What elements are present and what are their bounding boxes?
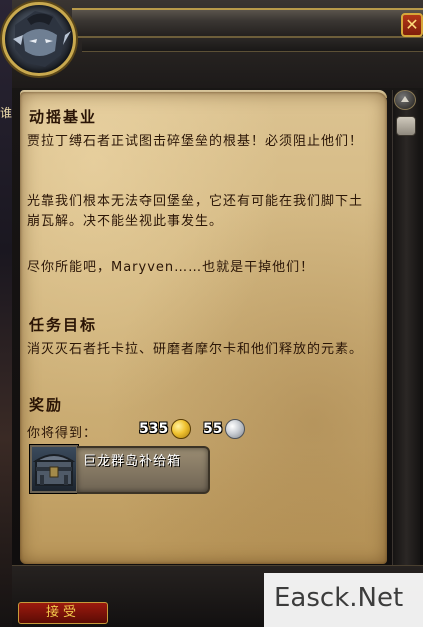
- supply-chest-icon: [30, 445, 78, 493]
- accept-button[interactable]: 接受: [18, 602, 108, 624]
- scrollbar-thumb[interactable]: [396, 116, 416, 136]
- quest-description-paragraph-1: 贾拉丁缚石者正试图击碎堡垒的根基！必须阻止他们！: [27, 134, 364, 149]
- header-rail: [72, 8, 423, 38]
- reward-item-slot[interactable]: 巨龙群岛补给箱: [30, 445, 210, 495]
- gold-coin-icon: [171, 419, 192, 439]
- watermark-text: Easck.Net: [274, 583, 404, 613]
- quest-title: 动摇基业: [29, 108, 98, 126]
- rewards-receive-label: 你将得到：: [27, 426, 98, 441]
- header-rail-lower: [82, 38, 423, 52]
- gold-reward: 535: [139, 418, 192, 440]
- npc-portrait: [2, 2, 76, 76]
- scrollbar-track[interactable]: [392, 90, 420, 565]
- reward-item-name-box: 巨龙群岛补给箱: [77, 446, 210, 494]
- npc-face-icon: [13, 11, 71, 67]
- objectives-heading: 任务目标: [29, 316, 98, 334]
- gold-amount: 535: [139, 421, 169, 437]
- offscreen-text-fragment: 谁: [0, 106, 12, 120]
- close-button[interactable]: ✕: [401, 13, 423, 37]
- quest-window: 谁 ✕ 动摇基业 贾拉丁缚石者正试图击碎堡垒的根基！必须阻止他们！ 光靠我们根本…: [0, 0, 423, 627]
- silver-amount: 55: [203, 421, 223, 437]
- objectives-text: 消灭灭石者托卡拉、研磨者摩尔卡和他们释放的元素。: [27, 342, 364, 357]
- reward-item-name: 巨龙群岛补给箱: [83, 454, 182, 469]
- watermark: Easck.Net: [264, 573, 423, 627]
- quest-description-paragraph-3: 尽你所能吧，Maryven……也就是干掉他们！: [27, 260, 315, 275]
- chest-icon-art: [32, 454, 76, 486]
- game-world-background: 谁: [0, 0, 12, 627]
- rewards-heading: 奖励: [29, 396, 64, 414]
- scroll-up-arrow-icon[interactable]: [394, 90, 416, 110]
- silver-reward: 55: [203, 418, 246, 440]
- silver-coin-icon: [225, 419, 246, 439]
- quest-description-paragraph-2: 光靠我们根本无法夺回堡垒，它还有可能在我们脚下土崩瓦解。决不能坐视此事发生。: [27, 194, 364, 229]
